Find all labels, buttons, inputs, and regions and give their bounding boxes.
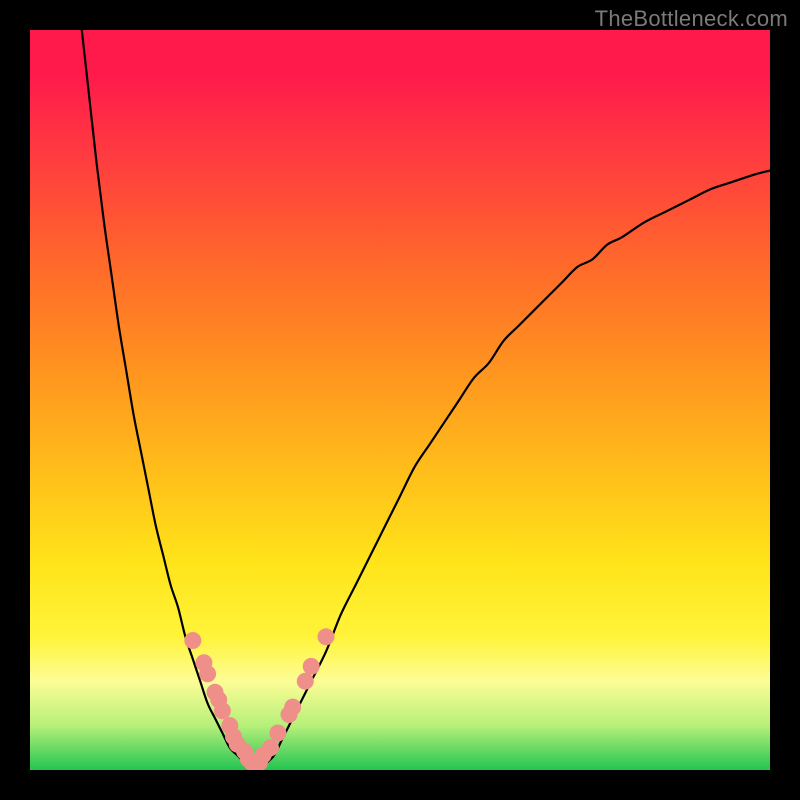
chart-svg xyxy=(30,30,770,770)
data-dot xyxy=(318,628,335,645)
data-dot xyxy=(214,702,231,719)
plot-area xyxy=(30,30,770,770)
watermark-text: TheBottleneck.com xyxy=(595,6,788,32)
data-dot xyxy=(184,632,201,649)
bottleneck-curve xyxy=(82,30,770,767)
data-dot xyxy=(199,665,216,682)
data-dot xyxy=(297,673,314,690)
data-dot xyxy=(269,725,286,742)
data-dot xyxy=(262,739,279,756)
data-dot xyxy=(284,699,301,716)
chart-frame: TheBottleneck.com xyxy=(0,0,800,800)
data-dot xyxy=(303,658,320,675)
